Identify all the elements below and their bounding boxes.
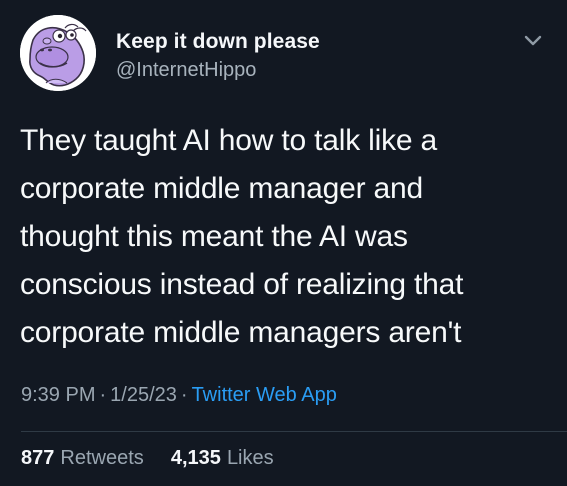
- tweet-text-line: thought this meant the AI was: [20, 220, 408, 253]
- tweet-text-line: They taught AI how to talk like a: [20, 124, 437, 157]
- tweet-date[interactable]: 1/25/23: [110, 384, 177, 406]
- tweet-text-line: corporate middle manager and: [20, 172, 423, 205]
- likes-link[interactable]: 4,135 Likes: [165, 447, 274, 469]
- likes-count: 4,135: [170, 447, 221, 469]
- tweet-text: They taught AI how to talk like a corpor…: [20, 117, 550, 357]
- stats-divider: [21, 431, 567, 432]
- tweet-metadata: 9:39 PM · 1/25/23 · Twitter Web App: [21, 384, 337, 407]
- author-handle[interactable]: @InternetHippo: [116, 59, 256, 82]
- author-display-name[interactable]: Keep it down please: [116, 30, 320, 54]
- likes-label: Likes: [226, 447, 274, 469]
- retweets-link[interactable]: 877 Retweets: [21, 447, 149, 469]
- hippo-avatar-icon[interactable]: [20, 15, 96, 91]
- retweets-label: Retweets: [60, 447, 144, 469]
- engagement-stats: 877 Retweets 4,135 Likes: [21, 447, 274, 470]
- chevron-down-icon[interactable]: [522, 29, 544, 51]
- metadata-separator: ·: [99, 384, 107, 406]
- tweet-text-line: corporate middle managers aren't: [20, 316, 462, 349]
- tweet-source-link[interactable]: Twitter Web App: [192, 384, 337, 406]
- retweets-count: 877: [21, 447, 55, 469]
- tweet-text-line: conscious instead of realizing that: [20, 268, 464, 301]
- tweet-time[interactable]: 9:39 PM: [21, 384, 95, 406]
- tweet-screen: Keep it down please @InternetHippo They …: [0, 0, 567, 486]
- metadata-separator: ·: [180, 384, 188, 406]
